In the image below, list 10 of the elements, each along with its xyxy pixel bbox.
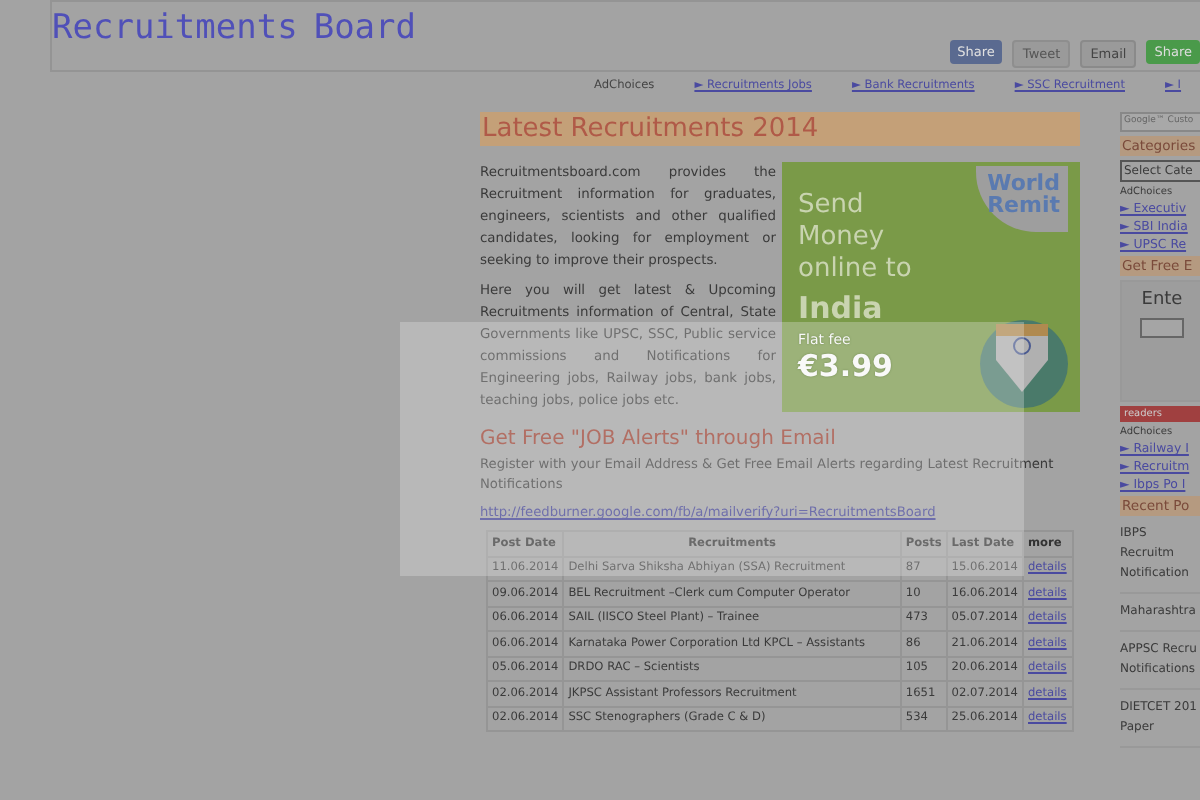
email-field[interactable]: [1140, 318, 1184, 338]
alerts-heading: Get Free "JOB Alerts" through Email: [480, 428, 838, 450]
ad-fee: €3.99: [798, 348, 895, 384]
site-title[interactable]: Recruitments: [52, 8, 298, 48]
ad-headline: Send Money online to: [798, 190, 914, 286]
site-title-overlay: Board: [313, 8, 417, 48]
subscribe-label: Ente: [1141, 290, 1183, 310]
section-heading: Latest Recruitments 2014: [480, 112, 1080, 146]
ad-logo: World Remit: [975, 166, 1068, 232]
ad-country: India: [798, 290, 885, 326]
